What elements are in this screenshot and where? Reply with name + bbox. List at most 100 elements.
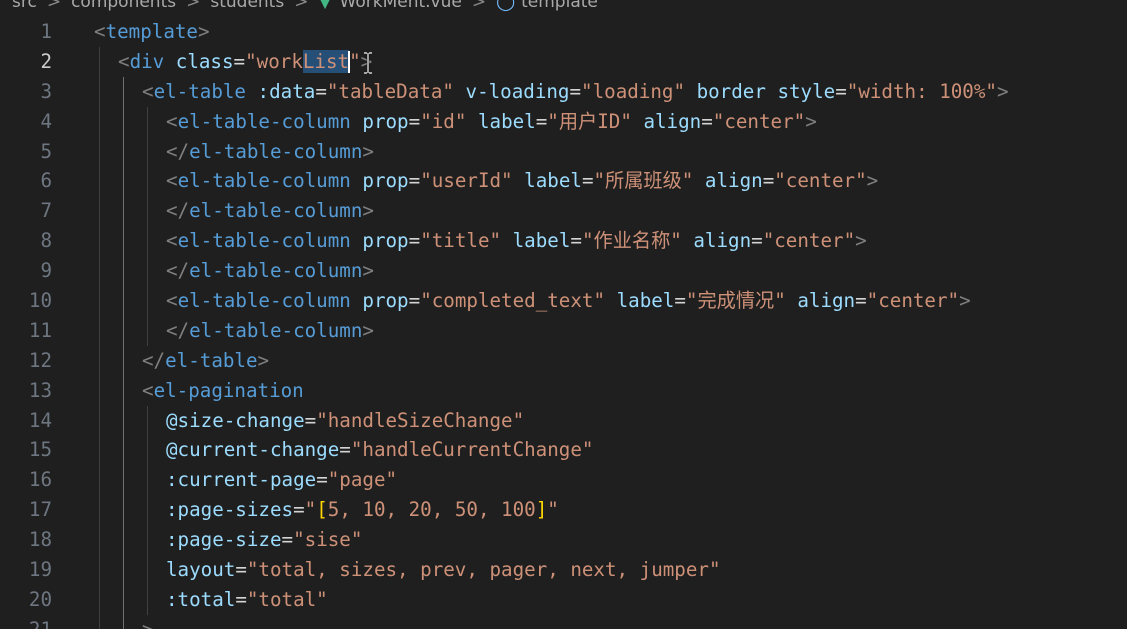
string-value: " bbox=[349, 49, 361, 73]
indent-guide bbox=[123, 166, 124, 197]
indent-guide bbox=[99, 196, 100, 227]
indent-guide bbox=[99, 76, 100, 107]
punctuation: < bbox=[166, 109, 178, 133]
code-line[interactable]: 14 @size-change="handleSizeChange" bbox=[0, 405, 1127, 436]
code-text[interactable]: </el-table-column> bbox=[166, 196, 374, 226]
code-text[interactable]: <el-table-column prop="userId" label="所属… bbox=[166, 166, 878, 196]
indent-guide bbox=[123, 106, 124, 137]
string-value: " bbox=[304, 498, 317, 522]
line-number: 7 bbox=[40, 199, 52, 223]
equals-sign: = bbox=[762, 169, 775, 193]
line-number: 13 bbox=[28, 378, 52, 402]
code-text[interactable]: @current-change="handleCurrentChange" bbox=[166, 435, 593, 465]
code-text[interactable]: :current-page="page" bbox=[166, 465, 397, 495]
attribute-name: @size-change bbox=[166, 408, 305, 432]
equals-sign: = bbox=[315, 79, 327, 103]
code-text[interactable]: <template> bbox=[94, 17, 210, 47]
code-line[interactable]: 8 <el-table-column prop="title" label="作业… bbox=[0, 226, 1127, 257]
breadcrumb-item-template[interactable]: ◯ template bbox=[496, 0, 598, 12]
code-line[interactable]: 12 </el-table> bbox=[0, 345, 1127, 376]
equals-sign: = bbox=[581, 169, 594, 193]
code-line[interactable]: 21 > bbox=[0, 614, 1127, 629]
breadcrumb-item-src[interactable]: src bbox=[12, 0, 37, 12]
equals-sign: = bbox=[235, 587, 247, 611]
attribute-name: align bbox=[643, 109, 702, 133]
indent-guide bbox=[99, 256, 100, 287]
code-line[interactable]: 4 <el-table-column prop="id" label="用户ID"… bbox=[0, 106, 1127, 137]
code-text[interactable]: </el-table-column> bbox=[166, 137, 374, 167]
attribute-name: style bbox=[777, 79, 836, 103]
code-line[interactable]: 19 layout="total, sizes, prev, pager, nex… bbox=[0, 555, 1127, 585]
code-line[interactable]: 2 <div class="workList"> bbox=[0, 46, 1127, 77]
attribute-name: @current-change bbox=[166, 438, 340, 462]
code-line[interactable]: 3 <el-table :data="tableData" v-loading="… bbox=[0, 76, 1127, 107]
breadcrumb-item-file[interactable]: ▼ WorkMent.vue bbox=[318, 0, 461, 12]
string-value: "title" bbox=[420, 229, 502, 253]
attribute-name: :total bbox=[166, 587, 236, 611]
indent-guide bbox=[147, 555, 148, 585]
line-number: 6 bbox=[40, 169, 52, 193]
attribute-name: border bbox=[696, 79, 766, 103]
code-line[interactable]: 9 </el-table-column> bbox=[0, 256, 1127, 287]
breadcrumb-item-students[interactable]: students bbox=[210, 0, 284, 12]
punctuation: </ bbox=[166, 259, 190, 283]
indent-guide bbox=[147, 286, 148, 316]
code-line[interactable]: 6 <el-table-column prop="userId" label="所… bbox=[0, 166, 1127, 197]
string-value: "center" bbox=[866, 289, 960, 313]
code-line[interactable]: 15 @current-change="handleCurrentChange" bbox=[0, 435, 1127, 466]
indent-guide bbox=[99, 315, 100, 346]
line-number: 10 bbox=[28, 289, 52, 313]
punctuation: > bbox=[362, 259, 374, 283]
code-line[interactable]: 7 </el-table-column> bbox=[0, 196, 1127, 227]
indent-guide bbox=[99, 46, 100, 77]
code-text[interactable]: > bbox=[142, 615, 154, 629]
code-line[interactable]: 10 <el-table-column prop="completed_text"… bbox=[0, 286, 1127, 316]
punctuation: > bbox=[362, 318, 374, 342]
code-text[interactable]: </el-table-column> bbox=[166, 256, 374, 286]
code-line[interactable]: 17:page-sizes="[5, 10, 20, 50, 100]" bbox=[0, 495, 1127, 526]
code-text[interactable]: :page-sizes="[5, 10, 20, 50, 100]" bbox=[166, 495, 559, 525]
code-line[interactable]: 20:total="total" bbox=[0, 584, 1127, 615]
code-text[interactable]: </el-table-column> bbox=[166, 316, 374, 346]
punctuation: > bbox=[362, 199, 374, 223]
code-text[interactable]: @size-change="handleSizeChange" bbox=[166, 406, 524, 436]
indent-guide bbox=[147, 256, 148, 287]
line-number: 9 bbox=[40, 259, 52, 283]
code-text[interactable]: <el-pagination bbox=[142, 376, 304, 406]
code-text[interactable]: <div class="workList"> bbox=[118, 47, 372, 77]
punctuation: > bbox=[142, 618, 154, 629]
code-text[interactable]: layout="total, sizes, prev, pager, next,… bbox=[166, 555, 721, 585]
code-editor[interactable]: src > components > students > ▼ WorkMent.… bbox=[0, 0, 1127, 629]
code-line[interactable]: 18:page-size="sise" bbox=[0, 525, 1127, 556]
code-line[interactable]: 1 <template> bbox=[0, 17, 1127, 47]
string-value: "center" bbox=[712, 109, 806, 133]
indent-guide bbox=[147, 495, 148, 526]
code-line[interactable]: 5 </el-table-column> bbox=[0, 136, 1127, 167]
code-line[interactable]: 11 </el-table-column> bbox=[0, 315, 1127, 346]
attribute-name: :data bbox=[257, 79, 316, 103]
code-text[interactable]: :page-size="sise" bbox=[166, 525, 362, 555]
code-text[interactable]: </el-table> bbox=[142, 346, 269, 376]
code-text[interactable]: <el-table-column prop="completed_text" l… bbox=[166, 286, 971, 316]
tag-name: el-table-column bbox=[177, 109, 351, 133]
code-line[interactable]: 16 :current-page="page" bbox=[0, 465, 1127, 496]
string-value: "作业名称" bbox=[581, 229, 682, 253]
breadcrumb-item-components[interactable]: components bbox=[71, 0, 176, 12]
code-lines[interactable]: 1 <template> 2 <div class="workList"> 3 <el-t… bbox=[0, 17, 1127, 629]
line-number: 16 bbox=[28, 468, 52, 492]
code-text[interactable]: <el-table-column prop="title" label="作业名… bbox=[166, 226, 867, 256]
code-text[interactable]: <el-table :data="tableData" v-loading="l… bbox=[142, 77, 1009, 107]
code-text[interactable]: :total="total" bbox=[166, 585, 328, 615]
attribute-name: label bbox=[616, 289, 675, 313]
code-text[interactable]: <el-table-column prop="id" label="用户ID" … bbox=[166, 107, 817, 137]
punctuation: < bbox=[166, 229, 178, 253]
tag-name: el-table-column bbox=[189, 199, 363, 223]
code-line[interactable]: 13 <el-pagination bbox=[0, 375, 1127, 406]
